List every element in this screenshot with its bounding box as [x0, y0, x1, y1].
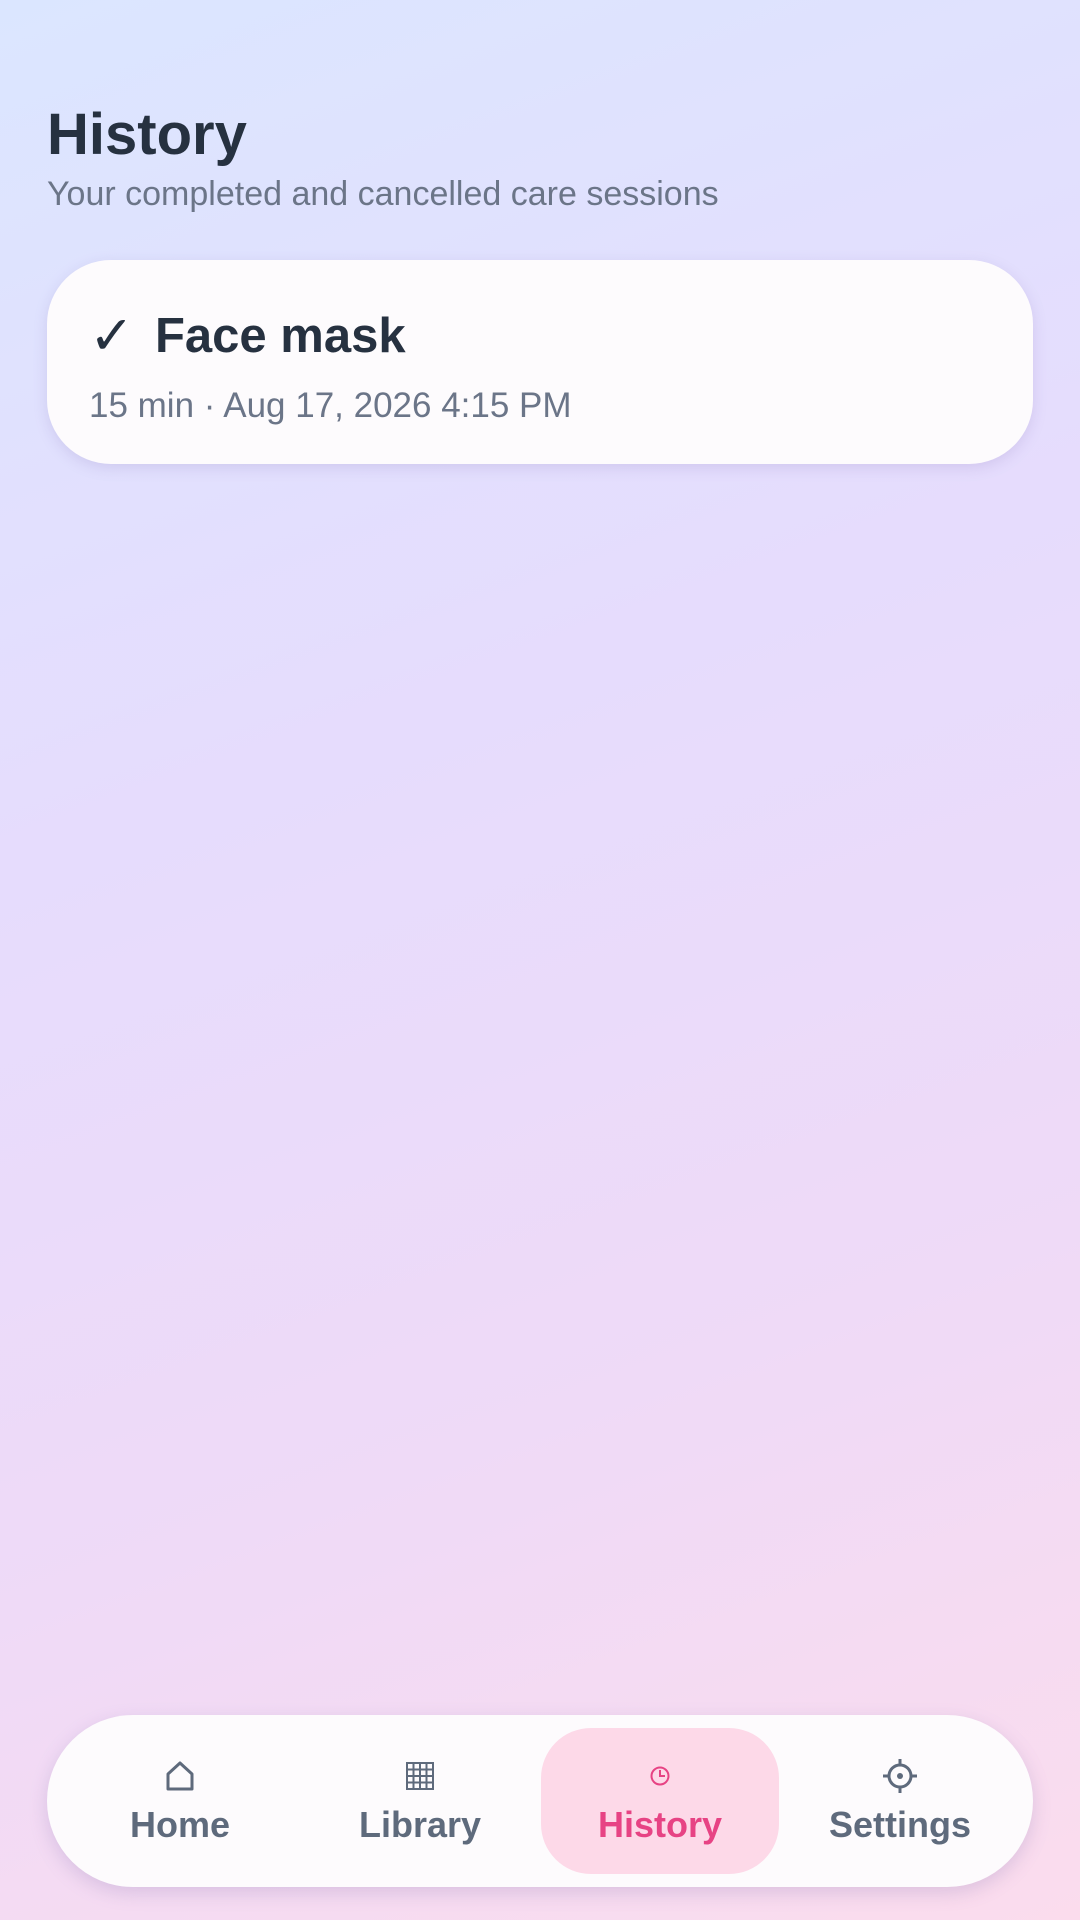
- history-item-title-row: ✓ Face mask: [89, 306, 991, 366]
- page-title: History: [47, 102, 247, 167]
- check-icon: ✓: [89, 304, 135, 367]
- nav-item-library[interactable]: Library: [301, 1728, 539, 1874]
- history-list: ✓ Face mask 15 min · Aug 17, 2026 4:15 P…: [47, 260, 1033, 464]
- nav-label-history: History: [597, 1804, 723, 1845]
- history-item-title: Face mask: [155, 309, 406, 363]
- settings-gear-icon: [882, 1755, 918, 1797]
- history-item-meta: 15 min · Aug 17, 2026 4:15 PM: [89, 386, 572, 425]
- bottom-nav: Home Library History Settings: [47, 1715, 1033, 1887]
- library-grid-icon: [405, 1755, 435, 1797]
- home-icon: [163, 1755, 197, 1797]
- nav-label-library: Library: [358, 1804, 482, 1845]
- page-header: History Your completed and cancelled car…: [47, 100, 1033, 216]
- nav-item-home[interactable]: Home: [61, 1728, 299, 1874]
- history-clock-icon: [649, 1755, 671, 1797]
- nav-item-settings[interactable]: Settings: [781, 1728, 1019, 1874]
- history-item-card[interactable]: ✓ Face mask 15 min · Aug 17, 2026 4:15 P…: [47, 260, 1033, 464]
- nav-label-home: Home: [129, 1804, 231, 1845]
- nav-label-settings: Settings: [828, 1804, 971, 1845]
- page-subtitle: Your completed and cancelled care sessio…: [47, 175, 719, 213]
- nav-item-history[interactable]: History: [541, 1728, 779, 1874]
